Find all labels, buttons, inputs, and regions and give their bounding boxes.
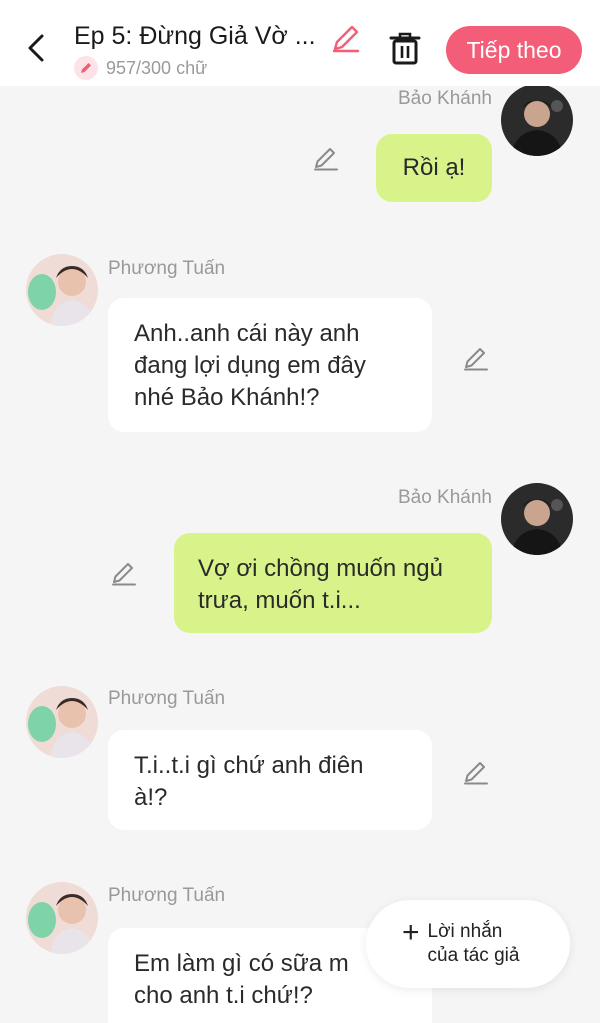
delete-button[interactable] <box>388 30 422 66</box>
chat-editor: Ep 5: Đừng Giả Vờ ... 957/300 chữ Tiếp t… <box>0 0 600 1023</box>
message-text-line: trưa, muốn t.i... <box>198 587 361 614</box>
avatar[interactable] <box>26 686 98 758</box>
message-text-line: đang lợi dụng em đây <box>134 352 366 379</box>
message-text-line: cho anh t.i chứ!? <box>134 982 313 1009</box>
message-text: Rồi ạ! <box>402 154 466 181</box>
edit-message-button[interactable] <box>462 344 490 372</box>
plus-icon: + <box>402 916 420 949</box>
pencil-icon <box>332 25 360 53</box>
message-bubble[interactable]: T.i..t.i gì chứ anh điên à!? <box>108 730 432 830</box>
pencil-icon <box>112 563 136 586</box>
message-text-line: à!? <box>134 784 168 811</box>
avatar[interactable] <box>26 254 98 326</box>
edit-message-button[interactable] <box>312 144 340 172</box>
edit-message-button[interactable] <box>110 559 138 587</box>
author-note-button[interactable]: + Lời nhắn của tác giả <box>366 900 570 988</box>
back-button[interactable] <box>22 30 52 66</box>
pencil-icon <box>464 348 488 371</box>
message-text-line: nhé Bảo Khánh!? <box>134 384 320 411</box>
back-arrow-icon <box>28 34 44 62</box>
word-count-text: 957/300 chữ <box>106 57 208 78</box>
trash-icon <box>389 32 421 65</box>
pencil-badge-icon <box>74 56 98 80</box>
message-text-line: Vợ ơi chồng muốn ngủ <box>198 555 443 582</box>
sender-name: Phương Tuấn <box>108 688 226 709</box>
message-bubble[interactable]: Rồi ạ! <box>376 134 492 202</box>
avatar[interactable] <box>501 483 573 555</box>
message-bubble[interactable]: Vợ ơi chồng muốn ngủ trưa, muốn t.i... <box>174 533 492 633</box>
word-count: 957/300 chữ <box>74 56 207 80</box>
sender-name: Phương Tuấn <box>108 885 226 906</box>
author-note-label: Lời nhắn <box>427 921 503 942</box>
episode-title[interactable]: Ep 5: Đừng Giả Vờ ... <box>74 22 320 51</box>
pencil-icon <box>314 148 338 171</box>
sender-name: Phương Tuấn <box>108 258 226 279</box>
message-text-line: T.i..t.i gì chứ anh điên <box>134 752 364 779</box>
avatar[interactable] <box>501 84 573 156</box>
message-bubble[interactable]: Anh..anh cái này anh đang lợi dụng em đâ… <box>108 298 432 432</box>
pencil-icon <box>464 762 488 785</box>
sender-name: Bảo Khánh <box>397 88 492 109</box>
avatar[interactable] <box>26 882 98 954</box>
edit-message-button[interactable] <box>462 758 490 786</box>
next-button[interactable]: Tiếp theo <box>446 26 582 74</box>
header: Ep 5: Đừng Giả Vờ ... 957/300 chữ Tiếp t… <box>0 0 600 86</box>
sender-name: Bảo Khánh <box>397 487 492 508</box>
message-text-line: Anh..anh cái này anh <box>134 320 360 347</box>
author-note-label: của tác giả <box>427 945 520 966</box>
edit-title-button[interactable] <box>330 22 362 54</box>
